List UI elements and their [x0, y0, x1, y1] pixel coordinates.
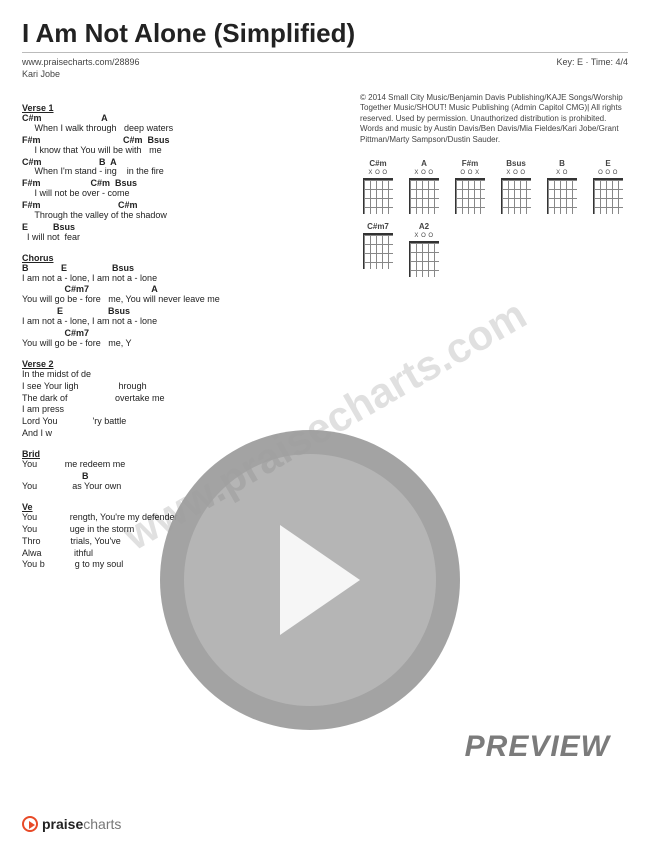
chord-diagrams: C#m X O O A X O O F#m O O X Bsus X O O: [360, 159, 628, 277]
lyric-line: I am not a - lone, I am not a - lone: [22, 274, 342, 284]
chord-diagram: A X O O: [406, 159, 442, 214]
fret-grid: [363, 233, 393, 269]
page-title: I Am Not Alone (Simplified): [22, 18, 628, 49]
right-column: © 2014 Small City Music/Benjamin Davis P…: [360, 93, 628, 572]
copyright-text: © 2014 Small City Music/Benjamin Davis P…: [360, 93, 628, 145]
lyric-line: You will go be - fore me, Y: [22, 339, 342, 349]
lyric-line: In the midst of de: [22, 370, 342, 380]
lyric-line: You me redeem me: [22, 460, 342, 470]
chord-name: C#m: [360, 159, 396, 168]
lyric-line: I will not fear: [22, 233, 342, 243]
fret-grid: [455, 178, 485, 214]
chord-name: Bsus: [498, 159, 534, 168]
fret-grid: [409, 241, 439, 277]
chord-diagram: Bsus X O O: [498, 159, 534, 214]
footer-logo: praisecharts: [22, 816, 121, 832]
lyric-line: Alwa ithful: [22, 549, 342, 559]
chord-diagram: A2 X O O: [406, 222, 442, 277]
lyric-line: Thro trials, You've: [22, 537, 342, 547]
chord-fingering: X O: [544, 170, 580, 176]
artist-name: Kari Jobe: [22, 69, 628, 79]
preview-label: PREVIEW: [465, 730, 610, 764]
lyric-line: I see Your ligh hrough: [22, 382, 342, 392]
lyric-line: You as Your own: [22, 482, 342, 492]
lyric-line: When I'm stand - ing in the fire: [22, 167, 342, 177]
chord-name: B: [544, 159, 580, 168]
chord-fingering: X O O: [498, 170, 534, 176]
logo-light: charts: [83, 816, 121, 832]
chord-fingering: X O O: [360, 170, 396, 176]
chord-name: C#m7: [360, 222, 396, 231]
lyric-line: The dark of overtake me: [22, 394, 342, 404]
lyric-line: When I walk through deep waters: [22, 124, 342, 134]
lyric-line: I am not a - lone, I am not a - lone: [22, 317, 342, 327]
chord-diagram: F#m O O X: [452, 159, 488, 214]
lyric-line: I will not be over - come: [22, 189, 342, 199]
section-verse2: Verse 2: [22, 359, 342, 369]
lyric-line: I know that You will be with me: [22, 146, 342, 156]
chord-diagram: C#m X O O: [360, 159, 396, 214]
chord-name: A: [406, 159, 442, 168]
fret-grid: [593, 178, 623, 214]
chord-fingering: X O O: [406, 170, 442, 176]
fret-grid: [363, 178, 393, 214]
chord-fingering: O O O: [590, 170, 626, 176]
lyric-line: And I w: [22, 429, 342, 439]
chord-name: F#m: [452, 159, 488, 168]
chord-name: A2: [406, 222, 442, 231]
logo-bold: praise: [42, 816, 83, 832]
lyric-line: Lord You 'ry battle: [22, 417, 342, 427]
lyric-line: You uge in the storm: [22, 525, 342, 535]
fret-grid: [501, 178, 531, 214]
logo-play-icon: [22, 816, 38, 832]
source-url: www.praisecharts.com/28896: [22, 57, 140, 67]
chord-fingering: X O O: [406, 233, 442, 239]
chord-name: E: [590, 159, 626, 168]
section-verse3: Ve: [22, 502, 342, 512]
lyric-line: You will go be - fore me, You will never…: [22, 295, 342, 305]
divider: [22, 52, 628, 53]
lyric-line: You b g to my soul: [22, 560, 342, 570]
chord-fingering: O O X: [452, 170, 488, 176]
lyric-line: Through the valley of the shadow: [22, 211, 342, 221]
key-time: Key: E · Time: 4/4: [556, 57, 628, 67]
chord-diagram: C#m7: [360, 222, 396, 277]
chord-diagram: E O O O: [590, 159, 626, 214]
section-verse1: Verse 1: [22, 103, 342, 113]
section-bridge: Brid: [22, 449, 342, 459]
section-chorus: Chorus: [22, 253, 342, 263]
lyric-line: You rength, You're my defender: [22, 513, 342, 523]
lyric-line: I am press: [22, 405, 342, 415]
fret-grid: [409, 178, 439, 214]
fret-grid: [547, 178, 577, 214]
logo-text: praisecharts: [42, 816, 121, 832]
lyrics-column: Verse 1 C#m A When I walk through deep w…: [22, 93, 342, 572]
chord-diagram: B X O: [544, 159, 580, 214]
